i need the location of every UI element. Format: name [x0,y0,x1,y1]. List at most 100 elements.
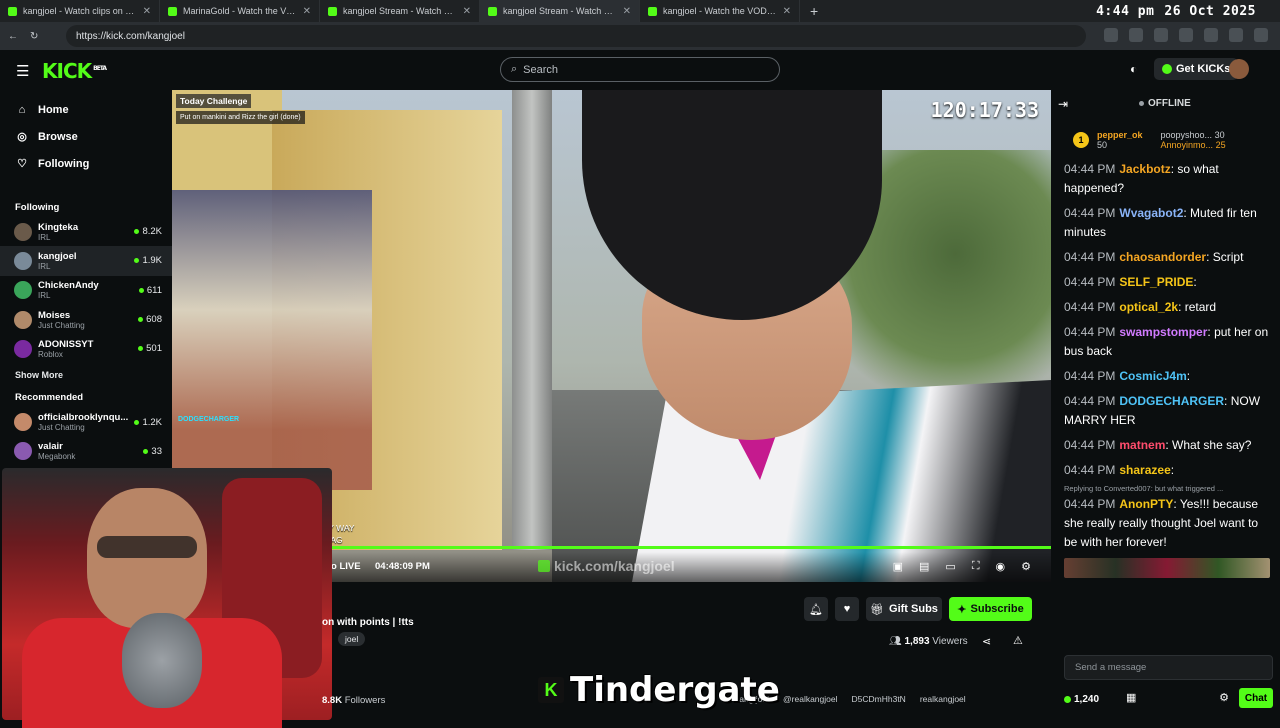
chat-message: 04:44 PM sharazee: [1064,461,1270,480]
extension-icon[interactable] [1104,28,1118,42]
browser-tab[interactable]: MarinaGold - Watch the VOD on Kick ✕ [160,0,320,22]
channel-name: valair [38,441,63,453]
notification-bell-button[interactable]: 🔔︎ [804,597,828,621]
more-icon[interactable] [1254,28,1268,42]
close-icon[interactable]: ✕ [783,6,791,17]
chat-timestamp: 04:44 PM [1064,369,1116,383]
chat-message-input[interactable]: Send a message [1064,655,1273,680]
playback-icon[interactable]: ◉ [996,560,1006,573]
chat-placeholder: Send a message [1075,662,1147,673]
browser-tab-bar: kangjoel - Watch clips on Kick ✕ MarinaGo… [0,0,1280,22]
nav-label: Following [38,157,90,170]
nav-browse[interactable]: ◎ Browse [0,123,172,150]
theater-mode-icon[interactable]: ▭ [945,560,955,573]
clip-icon[interactable]: ▤ [919,560,929,573]
nav-home[interactable]: ⌂ Home [0,96,172,123]
channel-meta: kangjoel IRL [38,251,128,271]
pip-icon[interactable]: ▣ [893,560,903,573]
search-input[interactable]: ⌕ Search [500,57,780,82]
sidebar-channel-item[interactable]: ChickenAndy IRL 611 [0,276,172,305]
get-kicks-button[interactable]: Get KICKs [1154,58,1239,80]
chat-username[interactable]: swampstomper [1119,325,1207,339]
social-link[interactable]: realkangjoel [920,694,966,704]
chat-messages: 04:44 PM Jackbotz: so what happened? 04:44… [1051,160,1280,552]
browser-tab-active[interactable]: kangjoel Stream - Watch Live on Kick ✕ [480,0,640,22]
hamburger-menu-icon[interactable]: ☰ [16,62,29,80]
kick-logo[interactable]: KICK BETA [42,59,107,83]
chat-timestamp: 04:44 PM [1064,497,1116,511]
social-link[interactable]: @realkangjoel [783,694,837,704]
extension-icon[interactable] [1154,28,1168,42]
overlay-username: DODGECHARGER [178,416,240,423]
nav-label: Home [38,103,69,116]
chat-send-button[interactable]: Chat [1239,688,1273,708]
sidebar-channel-item[interactable]: Moises Just Chatting 608 [0,305,172,334]
close-icon[interactable]: ✕ [623,6,631,17]
chat-timestamp: 04:44 PM [1064,162,1116,176]
close-icon[interactable]: ✕ [303,6,311,17]
emote-bar[interactable] [1064,558,1270,578]
extension-icon[interactable] [1179,28,1193,42]
sidebar-channel-item[interactable]: kangjoel IRL 1.9K [0,246,172,276]
collapse-chat-icon[interactable]: ⇥ [1058,97,1068,111]
sidebar-channel-item[interactable]: Kingteka IRL 8.2K [0,217,172,246]
chat-username[interactable]: SELF_PRIDE [1119,275,1193,289]
sidebar-channel-item[interactable]: valair Megabonk 33 [0,437,172,466]
tab-title: MarinaGold - Watch the VOD on Kick [183,6,297,16]
nav-following[interactable]: ♡ Following [0,150,172,177]
follow-heart-button[interactable]: ♥ [835,597,859,621]
chat-username[interactable]: AnonPTY [1119,497,1173,511]
show-more-link[interactable]: Show More [0,363,172,387]
chat-username[interactable]: Jackbotz [1119,162,1170,176]
leader-entry[interactable]: poopyshoo... 30 Annoyinmo... 25 [1161,130,1226,150]
favorites-icon[interactable] [1204,28,1218,42]
chat-settings-icon[interactable]: ⚙ [1219,691,1229,704]
chat-username[interactable]: CosmicJ4m [1119,369,1186,383]
channel-points[interactable]: 1,240 [1064,694,1099,705]
sidebar-channel-item[interactable]: ADONISSYT Roblox 501 [0,334,172,363]
chat-timestamp: 04:44 PM [1064,438,1116,452]
chat-username[interactable]: sharazee [1119,463,1170,477]
chat-text: : retard [1178,300,1217,314]
leader-points: 50 [1097,140,1108,150]
browser-tab[interactable]: kangjoel - Watch clips on Kick ✕ [0,0,160,22]
reload-icon[interactable]: ↻ [30,31,38,42]
notifications-icon[interactable]: ◐ [1130,62,1137,76]
url-field[interactable]: https://kick.com/kangjoel [66,25,1086,47]
chat-username[interactable]: Wvagabot2 [1119,206,1183,220]
browser-tab[interactable]: kangjoel Stream - Watch Live on Kick ✕ [320,0,480,22]
sidebar-channel-item[interactable]: officialbrooklynqu... Just Chatting 1.2K [0,407,172,436]
back-icon[interactable]: ← [8,31,18,42]
chat-username[interactable]: optical_2k [1119,300,1178,314]
chat-username[interactable]: chaosandorder [1119,250,1206,264]
channel-meta: Kingteka IRL [38,222,128,242]
new-tab-icon[interactable]: + [800,3,828,19]
close-icon[interactable]: ✕ [463,6,471,17]
close-icon[interactable]: ✕ [143,6,151,17]
gift-subs-button[interactable]: 🎁︎ Gift Subs [866,597,942,621]
chat-timestamp: 04:44 PM [1064,275,1116,289]
player-buttons: ▣ ▤ ▭ ⛶ ◉ ⚙ [893,560,1031,573]
profile-icon[interactable] [1229,28,1243,42]
gift-icon[interactable]: ▦ [1126,691,1136,704]
user-avatar[interactable] [1229,59,1249,79]
browser-tab[interactable]: kangjoel - Watch the VOD on Kick ✕ [640,0,800,22]
stream-tag[interactable]: joel [338,632,366,646]
channel-viewers: 1.9K [134,255,162,266]
leader-name: poopyshoo... [1160,130,1213,140]
channel-avatar [14,413,32,432]
social-link[interactable]: D5CDmHh3tN [852,694,906,704]
share-icon[interactable]: ⋖ [982,635,991,648]
report-icon[interactable]: ⚠ [1013,634,1023,647]
kick-favicon-icon [168,6,177,16]
chat-message: 04:44 PM CosmicJ4m: [1064,367,1270,386]
extension-icon[interactable] [1129,28,1143,42]
chat-username[interactable]: matnem [1119,438,1165,452]
leader-entry[interactable]: pepper_ok 50 [1097,130,1143,150]
fullscreen-icon[interactable]: ⛶ [972,560,980,573]
chat-username[interactable]: DODGECHARGER [1119,394,1224,408]
subscribe-button[interactable]: ✦ Subscribe [949,597,1032,621]
settings-gear-icon[interactable]: ⚙ [1021,560,1031,573]
reply-reference[interactable]: Replying to Converted007: but what trigg… [1064,484,1270,493]
channel-meta: Moises Just Chatting [38,310,132,330]
